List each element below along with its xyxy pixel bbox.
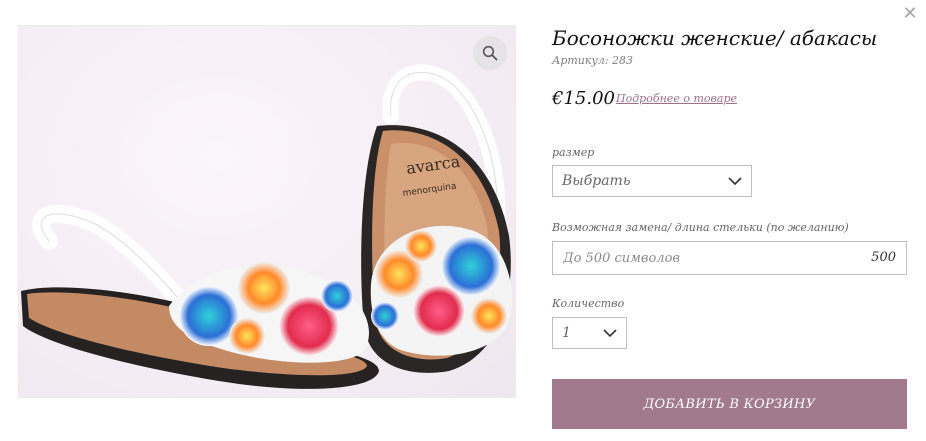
close-icon[interactable]: ✕ — [900, 4, 920, 24]
quantity-label: Количество — [552, 297, 625, 310]
size-select-value: Выбрать — [562, 173, 631, 189]
add-to-cart-button[interactable]: ДОБАВИТЬ В КОРЗИНУ — [552, 379, 907, 429]
zoom-button[interactable] — [473, 36, 507, 70]
quantity-select[interactable]: 1 — [552, 317, 627, 349]
magnifier-icon — [482, 45, 498, 61]
sandals-photo: avarca menorquina — [21, 64, 512, 389]
product-image[interactable]: avarca menorquina — [18, 25, 516, 398]
product-sku: Артикул: 283 — [552, 54, 634, 67]
product-details-link[interactable]: Подробнее о товаре — [616, 92, 737, 105]
chevron-down-icon — [728, 177, 742, 186]
product-title: Босоножки женские/ абакасы — [552, 26, 878, 50]
note-input[interactable] — [553, 242, 843, 274]
size-label: размер — [552, 146, 595, 159]
product-price: €15.00 — [552, 88, 615, 109]
note-label: Возможная замена/ длина стельки (по жела… — [552, 221, 849, 234]
quantity-select-value: 1 — [562, 325, 571, 341]
size-select[interactable]: Выбрать — [552, 165, 752, 197]
note-char-counter: 500 — [871, 250, 896, 265]
chevron-down-icon — [603, 329, 617, 338]
note-field: 500 — [552, 241, 907, 275]
